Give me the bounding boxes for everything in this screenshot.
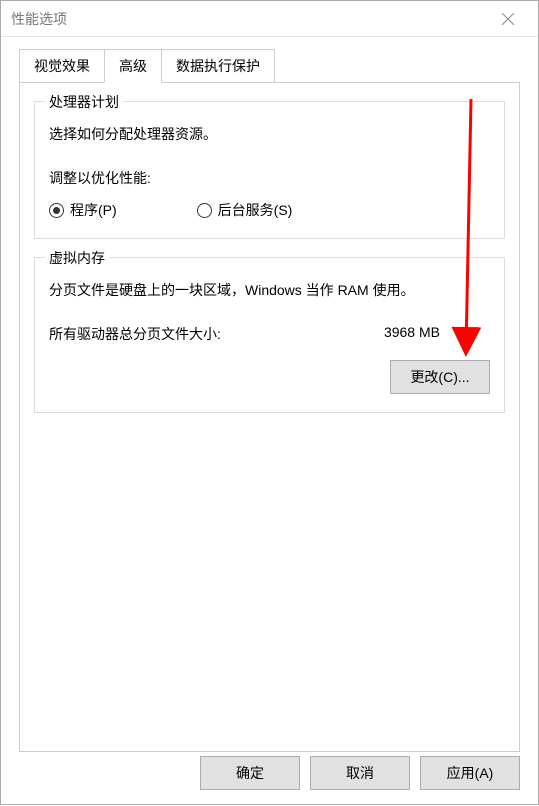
titlebar: 性能选项 <box>1 1 538 37</box>
radio-programs-indicator <box>49 203 64 218</box>
radio-background-services[interactable]: 后台服务(S) <box>197 200 293 220</box>
vmemory-group-title: 虚拟内存 <box>45 248 109 268</box>
radio-services-label: 后台服务(S) <box>218 200 293 220</box>
cancel-button[interactable]: 取消 <box>310 756 410 790</box>
total-paging-value: 3968 MB <box>384 324 440 344</box>
change-button[interactable]: 更改(C)... <box>390 360 490 394</box>
tab-content: 处理器计划 选择如何分配处理器资源。 调整以优化性能: 程序(P) 后台服务(S… <box>19 82 520 752</box>
radio-programs-label: 程序(P) <box>70 200 117 220</box>
window-title: 性能选项 <box>11 9 488 29</box>
apply-button[interactable]: 应用(A) <box>420 756 520 790</box>
ok-button[interactable]: 确定 <box>200 756 300 790</box>
close-icon <box>502 13 514 25</box>
close-button[interactable] <box>488 4 528 34</box>
dialog-footer: 确定 取消 应用(A) <box>200 756 520 790</box>
processor-group-title: 处理器计划 <box>45 92 123 112</box>
tab-strip: 视觉效果 高级 数据执行保护 <box>19 49 538 83</box>
processor-desc: 选择如何分配处理器资源。 <box>49 124 490 144</box>
vmemory-desc: 分页文件是硬盘上的一块区域，Windows 当作 RAM 使用。 <box>49 280 490 300</box>
radio-services-indicator <box>197 203 212 218</box>
radio-row: 程序(P) 后台服务(S) <box>49 200 490 220</box>
tab-visual-effects[interactable]: 视觉效果 <box>19 49 105 83</box>
total-paging-label: 所有驱动器总分页文件大小: <box>49 324 221 344</box>
virtual-memory-group: 虚拟内存 分页文件是硬盘上的一块区域，Windows 当作 RAM 使用。 所有… <box>34 257 505 413</box>
paging-file-row: 所有驱动器总分页文件大小: 3968 MB <box>49 324 490 344</box>
adjust-label: 调整以优化性能: <box>49 168 490 188</box>
processor-scheduling-group: 处理器计划 选择如何分配处理器资源。 调整以优化性能: 程序(P) 后台服务(S… <box>34 101 505 239</box>
change-button-row: 更改(C)... <box>49 360 490 394</box>
tab-advanced[interactable]: 高级 <box>104 49 162 83</box>
radio-programs[interactable]: 程序(P) <box>49 200 117 220</box>
tab-dep[interactable]: 数据执行保护 <box>161 49 275 83</box>
